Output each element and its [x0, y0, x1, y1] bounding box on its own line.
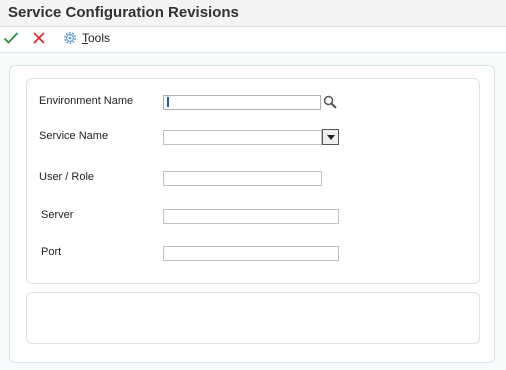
checkmark-icon — [3, 32, 19, 44]
port-input[interactable] — [163, 246, 339, 261]
cancel-button[interactable] — [31, 30, 47, 51]
server-label: Server — [41, 209, 74, 221]
environment-name-label: Environment Name — [39, 95, 134, 107]
page-title: Service Configuration Revisions — [8, 4, 239, 21]
gear-icon — [64, 32, 76, 44]
text-cursor — [167, 97, 169, 107]
service-name-label: Service Name — [39, 130, 109, 142]
environment-search-button[interactable] — [322, 94, 338, 115]
service-name-select[interactable] — [163, 130, 322, 145]
tools-button[interactable]: Tools — [62, 30, 110, 46]
user-role-label: User / Role — [39, 171, 95, 183]
bottom-panel — [26, 292, 480, 344]
chevron-down-icon — [327, 135, 335, 140]
environment-name-input[interactable] — [163, 95, 321, 110]
service-name-dropdown-button[interactable] — [322, 129, 339, 145]
user-role-input[interactable] — [163, 171, 322, 186]
search-icon — [323, 95, 337, 109]
toolbar: Tools — [0, 27, 506, 53]
title-bar: Service Configuration Revisions — [0, 0, 506, 27]
ok-button[interactable] — [3, 30, 19, 51]
server-input[interactable] — [163, 209, 339, 224]
close-icon — [33, 32, 45, 44]
tools-label: Tools — [82, 31, 111, 45]
port-label: Port — [41, 246, 62, 258]
